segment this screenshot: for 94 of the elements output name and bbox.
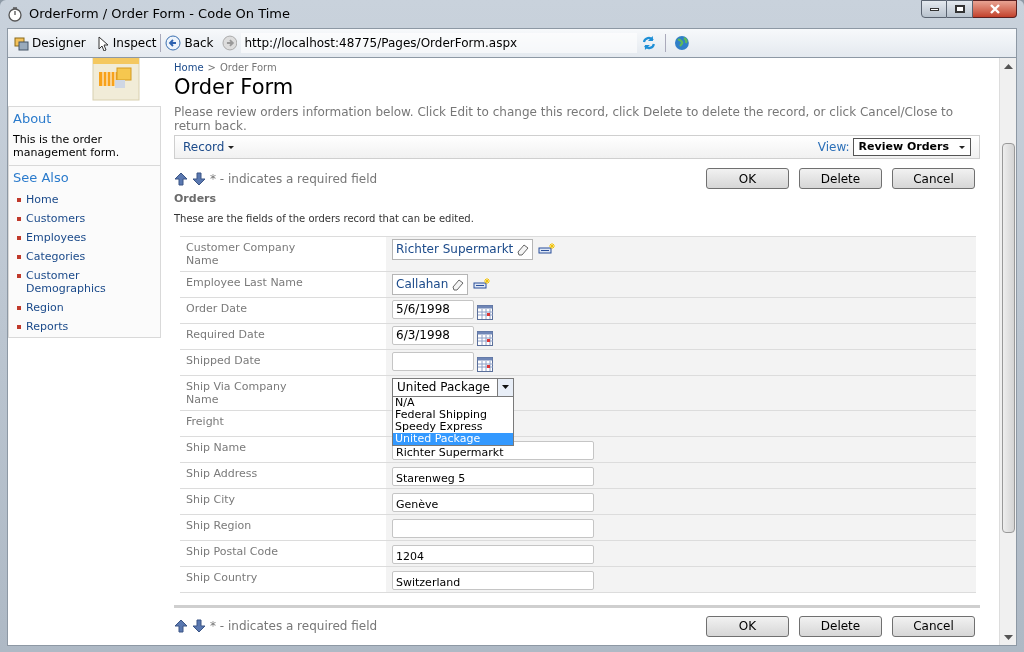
scrollbar-thumb[interactable] bbox=[1001, 143, 1015, 533]
minimize-button[interactable] bbox=[921, 0, 947, 18]
text-field[interactable]: Genève bbox=[392, 492, 594, 512]
address-field[interactable]: http://localhost:48775/Pages/OrderForm.aspx bbox=[241, 33, 638, 53]
field-label: Ship Postal Code bbox=[185, 543, 279, 560]
sidebar-heading: About bbox=[13, 110, 53, 128]
close-button[interactable] bbox=[973, 0, 1017, 18]
bullet-icon bbox=[17, 325, 21, 329]
new-item-icon[interactable] bbox=[473, 276, 492, 290]
field-label: Freight bbox=[185, 413, 225, 430]
bullet-icon bbox=[17, 236, 21, 240]
stopwatch-icon bbox=[7, 6, 23, 22]
field-label: Customer Company Name bbox=[185, 239, 297, 269]
sidebar-link[interactable]: Reports bbox=[26, 320, 116, 333]
field-label: Order Date bbox=[185, 300, 249, 317]
field-label: Employee Last Name bbox=[185, 274, 304, 291]
breadcrumb-separator: > bbox=[207, 61, 216, 75]
required-field-note: * - indicates a required field bbox=[210, 170, 378, 188]
calendar-icon[interactable] bbox=[477, 355, 493, 372]
sidebar-link[interactable]: Employees bbox=[26, 231, 116, 244]
bullet-icon bbox=[17, 217, 21, 221]
date-field[interactable] bbox=[392, 351, 474, 371]
field-label: Ship Address bbox=[185, 465, 259, 482]
refresh-icon[interactable] bbox=[641, 35, 658, 51]
form-button[interactable]: Cancel bbox=[892, 615, 975, 637]
sidebar-link[interactable]: Region bbox=[26, 301, 116, 314]
date-field[interactable]: 6/3/1998 bbox=[392, 325, 474, 345]
caret-icon bbox=[959, 145, 965, 149]
form-button[interactable]: Delete bbox=[799, 615, 882, 637]
back-button[interactable]: Back bbox=[165, 34, 214, 52]
windows-icon bbox=[14, 35, 29, 51]
date-field[interactable]: 5/6/1998 bbox=[392, 299, 474, 319]
bullet-icon bbox=[17, 255, 21, 259]
text-field[interactable]: Starenweg 5 bbox=[392, 466, 594, 486]
breadcrumb-link[interactable]: Home bbox=[174, 60, 204, 75]
section-description: These are the fields of the orders record that can be edited. bbox=[174, 211, 475, 226]
view-dropdown[interactable]: Review Orders bbox=[852, 138, 971, 156]
dropdown-option[interactable]: Speedy Express bbox=[393, 420, 513, 433]
field-label: Required Date bbox=[185, 326, 266, 343]
form-button[interactable]: Cancel bbox=[892, 168, 975, 189]
dropdown-field[interactable]: United Package bbox=[392, 377, 514, 397]
field-label: Ship Via Company Name bbox=[185, 378, 288, 408]
text-field[interactable] bbox=[392, 518, 594, 538]
required-field-note: * - indicates a required field bbox=[210, 618, 378, 635]
form-button[interactable]: Delete bbox=[799, 168, 882, 189]
sidebar-link[interactable]: Home bbox=[26, 193, 116, 206]
text-field[interactable]: 1204 bbox=[392, 544, 594, 564]
bullet-icon bbox=[17, 198, 21, 202]
up-arrow-icon[interactable] bbox=[174, 619, 188, 633]
forward-icon[interactable] bbox=[221, 35, 238, 51]
page-title: Order Form bbox=[174, 75, 295, 99]
eraser-icon[interactable] bbox=[450, 277, 465, 291]
sidebar-link[interactable]: Customers bbox=[26, 212, 116, 225]
field-label: Ship Country bbox=[185, 569, 259, 586]
field-label: Shipped Date bbox=[185, 352, 262, 369]
breadcrumb-current: Order Form bbox=[219, 61, 277, 75]
view-label: View: bbox=[817, 139, 850, 156]
down-arrow-icon[interactable] bbox=[192, 619, 206, 633]
field-label: Ship City bbox=[185, 491, 237, 508]
inspect-button[interactable]: Inspect bbox=[95, 34, 157, 52]
scroll-down-icon[interactable] bbox=[1003, 635, 1013, 641]
form-button[interactable]: OK bbox=[706, 168, 789, 189]
calendar-icon[interactable] bbox=[477, 329, 493, 346]
caret-icon bbox=[228, 145, 235, 149]
text-field[interactable]: Switzerland bbox=[392, 570, 594, 590]
caret-icon bbox=[502, 385, 509, 389]
sidebar-heading: See Also bbox=[13, 168, 70, 187]
sidebar-link[interactable]: Categories bbox=[26, 250, 116, 263]
bullet-icon bbox=[17, 306, 21, 310]
form-button[interactable]: OK bbox=[706, 615, 789, 637]
globe-icon[interactable] bbox=[674, 35, 690, 51]
down-arrow-icon[interactable] bbox=[192, 171, 206, 186]
cursor-icon bbox=[95, 35, 110, 51]
close-icon bbox=[988, 4, 1001, 14]
field-label: Ship Name bbox=[185, 439, 247, 456]
sidebar-description: This is the order management form. bbox=[13, 132, 121, 159]
up-arrow-icon[interactable] bbox=[174, 171, 188, 186]
calendar-icon[interactable] bbox=[477, 303, 493, 320]
dropdown-option[interactable]: Federal Shipping bbox=[393, 408, 513, 421]
field-label: Ship Region bbox=[185, 517, 253, 534]
eraser-icon[interactable] bbox=[515, 242, 530, 256]
record-menu[interactable]: Record bbox=[183, 138, 235, 156]
page-description: Please review orders information below. Click Edit to change this record, click Delete to delete the record, or click Cancel/Close to return back. bbox=[174, 105, 955, 133]
new-item-icon[interactable] bbox=[538, 241, 557, 255]
lookup-field[interactable]: Richter Supermarkt bbox=[392, 238, 534, 260]
maximize-button[interactable] bbox=[947, 0, 973, 18]
bullet-icon bbox=[17, 274, 21, 278]
lookup-field[interactable]: Callahan bbox=[392, 273, 469, 295]
section-title: Orders bbox=[174, 191, 218, 207]
sidebar-link[interactable]: Customer Demographics bbox=[26, 269, 116, 295]
designer-button[interactable]: Designer bbox=[14, 34, 86, 52]
dropdown-option[interactable]: N/A bbox=[393, 396, 513, 409]
window-title: OrderForm / Order Form - Code On Time bbox=[29, 5, 290, 24]
scroll-up-icon[interactable] bbox=[1003, 63, 1013, 69]
